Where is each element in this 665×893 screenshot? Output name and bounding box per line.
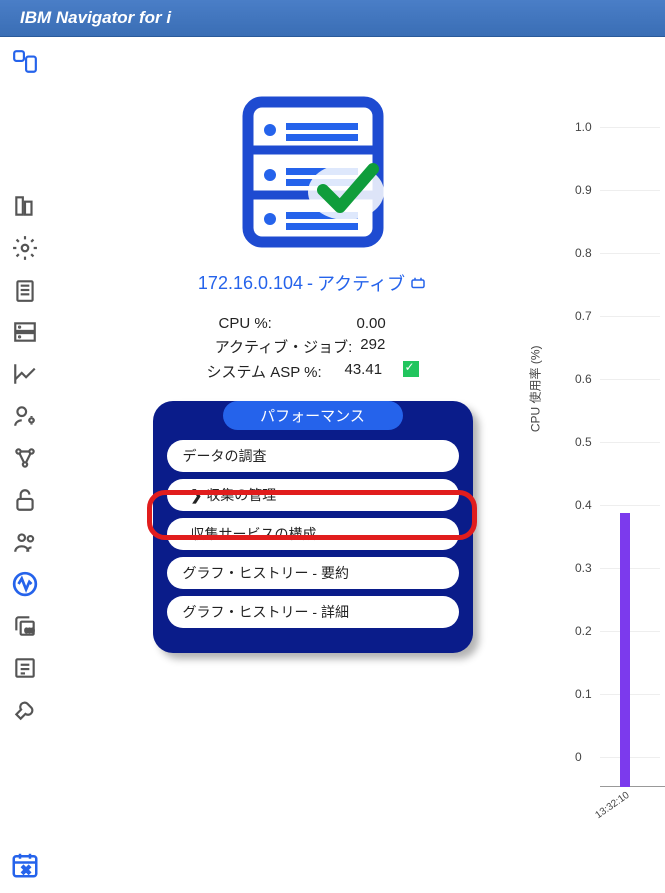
y-tick: 0.2 xyxy=(575,624,592,638)
y-tick: 0 xyxy=(575,750,582,764)
svg-text:000: 000 xyxy=(25,629,34,635)
perf-item-investigate[interactable]: データの調査 xyxy=(167,440,459,472)
list-icon[interactable] xyxy=(10,653,40,683)
server-label[interactable]: 172.16.0.104 - アクティブ xyxy=(198,270,427,296)
stats-block: CPU %: 0.00 アクティブ・ジョブ: 292 システム ASP %: 4… xyxy=(207,311,419,386)
building-icon[interactable] xyxy=(10,191,40,221)
asp-value: 43.41 xyxy=(345,361,395,382)
cpu-label: CPU %: xyxy=(219,315,349,332)
server-ip: 172.16.0.104 xyxy=(198,273,303,294)
center-panel: 172.16.0.104 - アクティブ CPU %: 0.00 アクティブ・ジ… xyxy=(80,57,545,890)
performance-header: パフォーマンス xyxy=(223,401,403,430)
y-tick: 0.1 xyxy=(575,687,592,701)
server-status-icon xyxy=(228,87,398,262)
cpu-value: 0.00 xyxy=(357,315,407,332)
users-icon[interactable] xyxy=(10,527,40,557)
perf-item-manage-collection[interactable]: ❯収集の管理 xyxy=(167,479,459,511)
asp-label: システム ASP %: xyxy=(207,361,337,382)
y-tick: 1.0 xyxy=(575,120,592,134)
user-gear-icon[interactable] xyxy=(10,401,40,431)
y-tick: 0.7 xyxy=(575,309,592,323)
lock-icon[interactable] xyxy=(10,485,40,515)
dashboard-icon[interactable] xyxy=(10,47,40,77)
y-tick: 0.8 xyxy=(575,246,592,260)
y-tick: 0.3 xyxy=(575,561,592,575)
link-icon xyxy=(409,274,427,292)
y-tick: 0.9 xyxy=(575,183,592,197)
chevron-right-icon: ❯ xyxy=(191,487,203,503)
cpu-chart: CPU 使用率 (%) 00.10.20.30.40.50.60.70.80.9… xyxy=(545,117,665,817)
copy-icon[interactable]: 000 xyxy=(10,611,40,641)
check-badge xyxy=(403,361,419,377)
x-tick: 13:32:10 xyxy=(593,790,631,821)
server-icon[interactable] xyxy=(10,317,40,347)
server-status: アクティブ xyxy=(317,270,405,296)
performance-icon[interactable] xyxy=(10,569,40,599)
y-tick: 0.6 xyxy=(575,372,592,386)
chart-line-icon[interactable] xyxy=(10,359,40,389)
y-axis-label: CPU 使用率 (%) xyxy=(527,345,544,432)
svg-text:✕: ✕ xyxy=(21,865,30,877)
sidebar: 000 ✕ xyxy=(0,37,50,890)
jobs-label: アクティブ・ジョブ: xyxy=(215,336,353,357)
chart-bar xyxy=(620,513,630,787)
performance-card: パフォーマンス データの調査 ❯収集の管理 収集サービスの構成 グラフ・ヒストリ… xyxy=(153,401,473,653)
calendar-icon[interactable]: ✕ xyxy=(10,850,40,880)
y-tick: 0.5 xyxy=(575,435,592,449)
network-icon[interactable] xyxy=(10,443,40,473)
perf-item-collection-config[interactable]: 収集サービスの構成 xyxy=(167,518,459,550)
jobs-value: 292 xyxy=(360,336,410,357)
wrench-icon[interactable] xyxy=(10,695,40,725)
battery-icon[interactable] xyxy=(10,275,40,305)
title-bar: IBM Navigator for i xyxy=(0,0,665,37)
perf-item-history-detail[interactable]: グラフ・ヒストリー - 詳細 xyxy=(167,596,459,628)
app-title: IBM Navigator for i xyxy=(20,8,171,27)
gear-icon[interactable] xyxy=(10,233,40,263)
perf-item-history-summary[interactable]: グラフ・ヒストリー - 要約 xyxy=(167,557,459,589)
chart-panel: CPU 使用率 (%) 00.10.20.30.40.50.60.70.80.9… xyxy=(545,57,665,890)
y-tick: 0.4 xyxy=(575,498,592,512)
